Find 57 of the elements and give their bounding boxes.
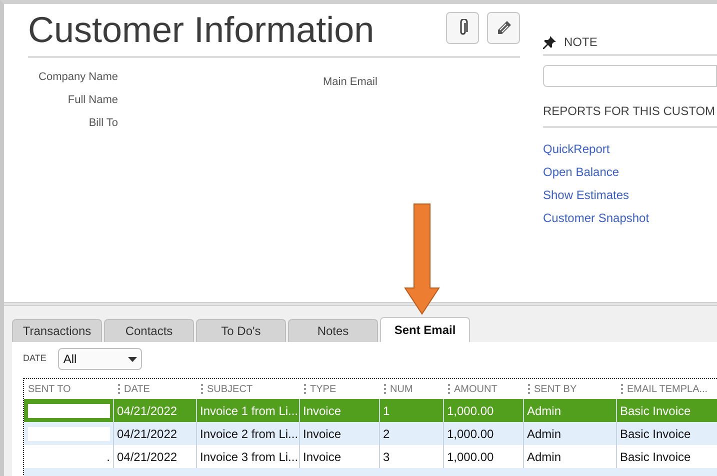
table-cell-text: 2 — [383, 426, 390, 442]
table-row[interactable]: 04/21/2022 Invoice 2 from Li... Invoice 2 1,000.00 Admin Basic Invoice — [24, 422, 717, 445]
edit-button[interactable] — [487, 12, 520, 44]
field-label: Main Email — [323, 76, 378, 88]
page-title: Customer Information — [28, 8, 374, 52]
table-cell-text: Admin — [527, 448, 562, 466]
table-cell-text: 3 — [383, 448, 390, 466]
column-header[interactable]: EMAIL TEMPLA... — [627, 382, 708, 396]
table-cell-text: . — [106, 448, 110, 466]
note-heading: NOTE — [564, 34, 598, 51]
tab[interactable]: Contacts — [104, 319, 194, 342]
field-label: Company Name — [38, 70, 118, 85]
column-header[interactable]: AMOUNT — [454, 382, 498, 396]
table-cell-text: Invoice — [303, 448, 342, 466]
column-header[interactable]: SENT TO — [28, 382, 71, 396]
pencil-icon — [496, 20, 512, 36]
table-cell-text: Invoice — [303, 426, 342, 442]
paperclip-icon — [458, 19, 468, 37]
column-header[interactable]: DATE — [124, 382, 150, 396]
report-link[interactable]: Show Estimates — [543, 187, 630, 203]
table-cell-text: 1 — [383, 402, 390, 420]
table-cell-text: 04/21/2022 — [117, 448, 178, 466]
report-link[interactable]: Open Balance — [543, 164, 620, 180]
column-header[interactable]: TYPE — [310, 382, 336, 396]
table-cell-text: Admin — [527, 426, 562, 442]
table-cell-text: Invoice — [303, 402, 342, 420]
table-cell-text: Basic Invoice — [620, 448, 691, 466]
pin-icon — [543, 36, 556, 48]
tab[interactable]: Sent Email — [380, 317, 470, 342]
report-link[interactable]: QuickReport — [543, 141, 610, 157]
field-label: Bill To — [88, 116, 118, 131]
table-cell-text: 1,000.00 — [447, 426, 494, 442]
note-field[interactable] — [543, 65, 717, 87]
tab[interactable]: To Do's — [196, 319, 286, 342]
table-cell-text: 04/21/2022 — [117, 402, 178, 420]
table-cell-text: Basic Invoice — [620, 402, 691, 420]
table-cell-text: Invoice 2 from Li... — [200, 426, 298, 442]
reports-heading: REPORTS FOR THIS CUSTOM — [543, 104, 716, 118]
table-cell-text: Invoice 3 from Li... — [200, 448, 298, 466]
date-dropdown[interactable]: All — [58, 348, 142, 370]
table-cell-text: Basic Invoice — [620, 426, 691, 442]
table-cell-text: 04/21/2022 — [117, 426, 178, 442]
tab[interactable]: Transactions — [12, 319, 102, 342]
tab[interactable]: Notes — [288, 319, 378, 342]
table-cell-text: 1,000.00 — [447, 402, 494, 420]
table-cell-text: Admin — [527, 402, 562, 420]
attach-button[interactable] — [446, 12, 479, 44]
filter-label: DATE — [23, 352, 46, 366]
table-cell-text: 1,000.00 — [447, 448, 494, 466]
caret-icon — [128, 356, 138, 362]
column-header[interactable]: NUM — [390, 382, 413, 396]
column-header[interactable]: SENT BY — [534, 382, 577, 396]
field-label: Full Name — [68, 93, 118, 108]
report-link[interactable]: Customer Snapshot — [543, 210, 650, 226]
table-cell-text: Invoice 1 from Li... — [200, 402, 298, 420]
table-row[interactable]: 04/21/2022 Invoice 1 from Li... Invoice 1 1,000.00 Admin Basic Invoice — [24, 399, 717, 422]
column-header[interactable]: SUBJECT — [207, 382, 253, 396]
